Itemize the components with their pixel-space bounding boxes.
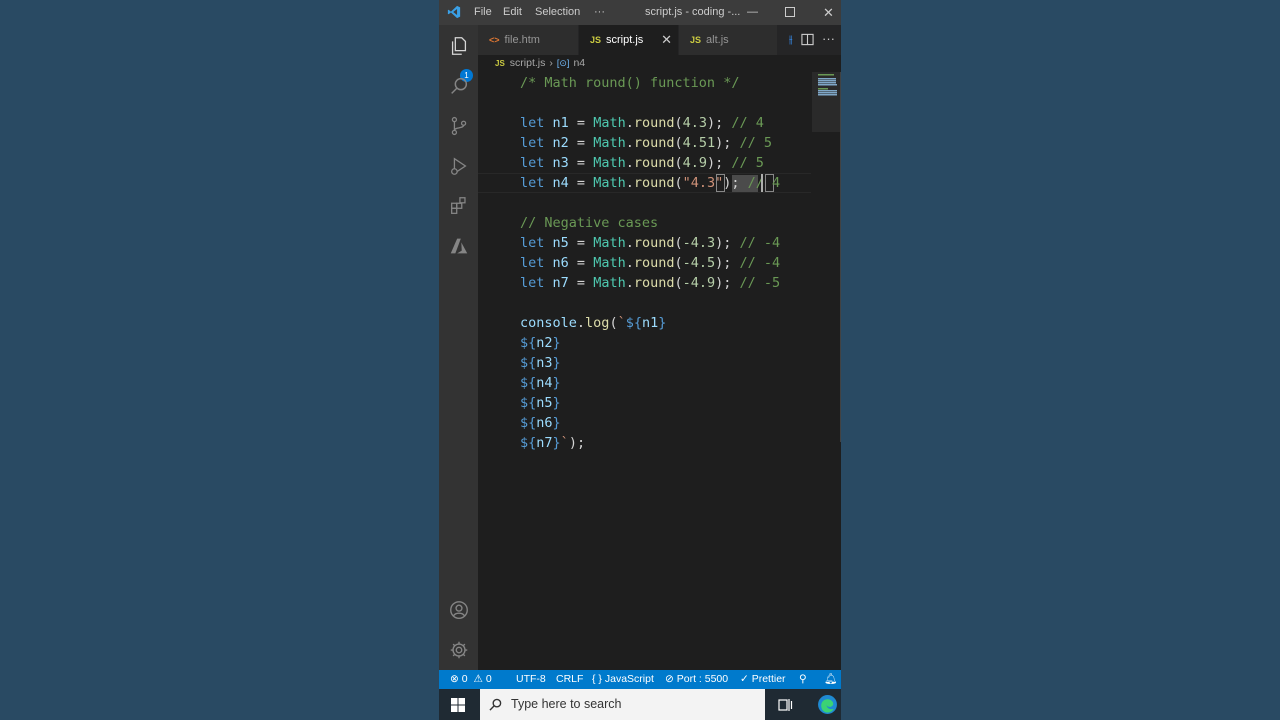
more-actions-icon[interactable]: ··· <box>822 25 835 53</box>
menu-more[interactable]: ··· <box>594 0 605 25</box>
tab-label: file.htm <box>504 34 540 46</box>
code-line-11: let n7 = Math.round(-4.9); // -5 <box>520 275 781 291</box>
js-file-icon: JS <box>590 35 602 45</box>
code-comment: /* Math round() function */ <box>520 75 740 91</box>
code-line-13: console.log(`${n1} <box>520 315 667 331</box>
eol-indicator[interactable]: CRLF <box>556 670 583 689</box>
code-line-17: ${n5} <box>520 395 561 411</box>
html-file-icon: <> <box>489 35 500 45</box>
azure-icon[interactable] <box>446 233 472 259</box>
menu-edit[interactable]: Edit <box>503 0 522 25</box>
warning-count: 0 <box>485 673 492 685</box>
tab-file-htm[interactable]: <> file.htm <box>478 25 578 55</box>
close-button[interactable]: ✕ <box>823 0 834 25</box>
split-editor-icon[interactable] <box>801 33 814 46</box>
menu-file[interactable]: File <box>474 0 492 25</box>
code-line-8: // Negative cases <box>520 213 658 233</box>
account-icon[interactable] <box>446 597 472 623</box>
warning-icon: ⚠ <box>473 673 483 685</box>
variable-symbol-icon: [⊙] <box>556 58 570 68</box>
breadcrumb-file[interactable]: script.js <box>510 55 546 72</box>
extensions-icon[interactable] <box>446 193 472 219</box>
code-line-6: let n4 = Math.round("4.3"); // 4 <box>520 175 781 191</box>
port-label: Port : 5500 <box>676 673 729 685</box>
prettier-status[interactable]: ✓ Prettier <box>740 670 786 689</box>
problems-indicator[interactable]: ⊗ 0 ⚠ 0 <box>450 670 492 689</box>
language-mode[interactable]: { } JavaScript <box>592 670 654 689</box>
code-editor[interactable]: /* Math round() function */ let n1 = Mat… <box>478 72 841 670</box>
code-line-10: let n6 = Math.round(-4.5); // -4 <box>520 255 781 271</box>
status-bar: ⊗ 0 ⚠ 0 UTF-8 CRLF { } JavaScript ⊘ Port… <box>439 670 841 689</box>
code-line-3: let n1 = Math.round(4.3); // 4 <box>520 115 764 131</box>
task-view-icon[interactable] <box>777 698 793 712</box>
code-line-16: ${n4} <box>520 375 561 391</box>
files-icon[interactable] <box>446 33 472 59</box>
minimap[interactable] <box>812 72 841 670</box>
chevron-right-icon: › <box>549 57 553 69</box>
maximize-button[interactable] <box>785 7 795 17</box>
encoding-indicator[interactable]: UTF-8 <box>516 670 546 689</box>
js-file-icon: JS <box>690 35 702 45</box>
js-file-icon: JS <box>495 59 505 68</box>
code-line-5: let n3 = Math.round(4.9); // 5 <box>520 155 764 171</box>
editor-tab-bar: <> file.htm JS script.js ✕ JS alt.js ⫲ ··· <box>478 25 841 55</box>
code-line-4: let n2 = Math.round(4.51); // 5 <box>520 135 773 151</box>
code-line-19: ${n7}`); <box>520 435 586 451</box>
feedback-icon[interactable]: ⚲ <box>799 670 807 689</box>
code-line-15: ${n3} <box>520 355 561 371</box>
menu-selection[interactable]: Selection <box>535 0 580 25</box>
edge-browser-icon[interactable] <box>817 694 838 715</box>
breadcrumb: JS script.js › [⊙] n4 <box>478 55 841 72</box>
settings-gear-icon[interactable] <box>446 637 472 663</box>
taskbar-search-box[interactable]: Type here to search <box>480 689 765 720</box>
minimize-button[interactable]: — <box>747 0 758 25</box>
port-icon: ⊘ <box>665 673 674 685</box>
windows-taskbar: Type here to search <box>439 689 841 720</box>
vscode-logo-icon <box>447 5 461 19</box>
go-live-icon[interactable]: ⫲ <box>789 25 793 55</box>
search-placeholder: Type here to search <box>511 697 622 711</box>
notifications-bell-icon[interactable]: 🔔︎ <box>824 670 837 689</box>
run-debug-icon[interactable] <box>446 153 472 179</box>
error-count: 0 <box>461 673 468 685</box>
tab-label: alt.js <box>706 34 729 46</box>
live-server-port[interactable]: ⊘ Port : 5500 <box>665 670 728 689</box>
code-line-14: ${n2} <box>520 335 561 351</box>
code-comment: // Negative cases <box>520 215 659 231</box>
code-line-9: let n5 = Math.round(-4.3); // -4 <box>520 235 781 251</box>
source-control-icon[interactable] <box>446 113 472 139</box>
search-icon <box>489 698 502 711</box>
error-icon: ⊗ <box>450 673 459 685</box>
text-cursor <box>761 174 763 192</box>
close-tab-icon[interactable]: ✕ <box>661 25 672 55</box>
code-line-18: ${n6} <box>520 415 561 431</box>
title-bar: File Edit Selection ··· script.js - codi… <box>439 0 841 25</box>
tab-label: script.js <box>606 34 644 46</box>
activity-bar: 1 <box>439 25 478 670</box>
tab-script-js[interactable]: JS script.js ✕ <box>579 25 678 55</box>
tab-alt-js[interactable]: JS alt.js <box>679 25 777 55</box>
windows-start-icon[interactable] <box>451 698 465 712</box>
window-title: script.js - coding -... <box>645 6 741 18</box>
breadcrumb-symbol[interactable]: n4 <box>573 55 585 72</box>
vscode-window: File Edit Selection ··· script.js - codi… <box>439 0 841 720</box>
search-icon[interactable] <box>446 73 472 99</box>
code-line-1: /* Math round() function */ <box>520 73 739 93</box>
